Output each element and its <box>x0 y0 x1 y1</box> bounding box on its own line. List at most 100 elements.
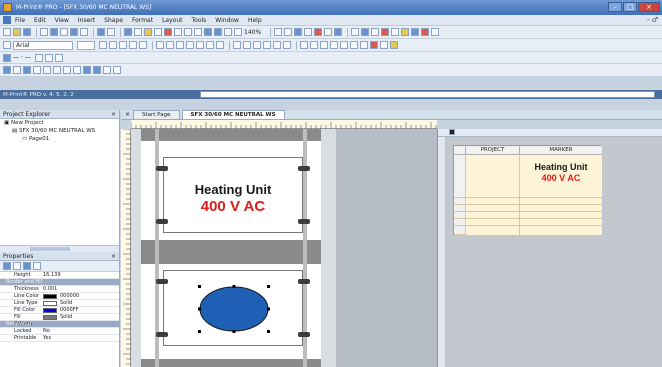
menu-tools[interactable]: Tools <box>192 17 207 24</box>
property-row-height[interactable]: Height 16.139 <box>0 272 119 279</box>
page-setup-icon[interactable] <box>60 28 68 36</box>
menu-shape[interactable]: Shape <box>104 17 123 24</box>
selection-handle[interactable] <box>232 285 236 288</box>
italic-icon[interactable] <box>129 41 137 49</box>
alphabetical-icon[interactable] <box>13 262 21 270</box>
table-cell[interactable] <box>466 219 520 226</box>
redo-icon[interactable] <box>214 28 222 36</box>
table-cell[interactable] <box>466 212 520 219</box>
more-icon[interactable] <box>54 53 63 62</box>
mdi-controls[interactable]: - ♂ <box>647 16 658 24</box>
property-category[interactable]: Border and Fill <box>0 279 119 286</box>
table-cell[interactable] <box>520 226 602 235</box>
table-icon[interactable] <box>107 28 115 36</box>
line-color-icon[interactable] <box>44 53 53 62</box>
property-value[interactable]: Solid <box>40 300 119 306</box>
row-header[interactable] <box>454 205 466 212</box>
property-value[interactable]: Solid <box>40 314 119 320</box>
menu-help[interactable]: Help <box>248 17 262 24</box>
line-spacing-icon[interactable] <box>360 41 368 49</box>
highlight-icon[interactable] <box>390 41 398 49</box>
export-icon[interactable] <box>70 28 78 36</box>
text-bottom-icon[interactable] <box>216 41 224 49</box>
row-header[interactable] <box>454 212 466 219</box>
send-back-icon[interactable] <box>381 28 390 36</box>
bold-icon[interactable] <box>119 41 127 49</box>
snap-icon[interactable] <box>314 28 323 36</box>
label-card[interactable]: Heating Unit 400 V AC <box>156 157 310 233</box>
close-icon[interactable]: × <box>125 111 130 118</box>
property-value[interactable]: Yes <box>40 335 119 341</box>
selection-handle[interactable] <box>267 285 270 288</box>
command-input[interactable] <box>200 91 655 98</box>
symbol-tool-icon[interactable] <box>113 66 121 74</box>
table-cell[interactable] <box>520 219 602 226</box>
table-cell[interactable] <box>466 198 520 205</box>
order-icon[interactable] <box>411 28 420 36</box>
polygon-tool-icon[interactable] <box>53 66 61 74</box>
image-icon[interactable] <box>320 41 328 49</box>
layer-icon[interactable] <box>334 28 343 36</box>
close-button[interactable]: × <box>638 2 660 12</box>
property-value[interactable]: 16.139 <box>40 272 119 278</box>
circle-tool-icon[interactable] <box>73 66 81 74</box>
zoom-level[interactable]: 140% <box>244 29 261 36</box>
property-value[interactable]: 0000FF <box>40 307 119 313</box>
rotate-text-icon[interactable] <box>233 41 241 49</box>
pointer-icon[interactable] <box>3 66 11 74</box>
document-icon[interactable] <box>3 16 11 24</box>
design-canvas[interactable]: Heating Unit 400 V AC <box>131 129 437 367</box>
text-middle-icon[interactable] <box>206 41 214 49</box>
scrollbar-thumb[interactable] <box>30 247 70 251</box>
line-style-icon[interactable] <box>3 53 11 62</box>
field-icon[interactable] <box>350 41 358 49</box>
database-icon[interactable] <box>97 28 105 36</box>
vertical-text-icon[interactable] <box>243 41 251 49</box>
arrow-style-icon[interactable] <box>34 53 43 62</box>
replace-icon[interactable] <box>194 28 202 36</box>
tree-item-page[interactable]: ▭ Page01 <box>0 135 119 143</box>
row-header[interactable] <box>454 226 466 235</box>
table-cell[interactable] <box>466 226 520 235</box>
table-cell[interactable] <box>466 155 520 198</box>
print-icon[interactable] <box>40 28 48 36</box>
vertical-scrollbar[interactable] <box>438 137 446 367</box>
menu-format[interactable]: Format <box>132 17 153 24</box>
selection-handle[interactable] <box>198 285 201 288</box>
new-icon[interactable] <box>3 28 11 36</box>
row-header[interactable] <box>454 198 466 205</box>
distribute-icon[interactable] <box>401 28 410 36</box>
property-row-locked[interactable]: Locked No <box>0 328 119 335</box>
fill-color-icon[interactable] <box>380 41 388 49</box>
print-preview-icon[interactable] <box>50 28 58 36</box>
table-cell[interactable] <box>466 205 520 212</box>
rotate-icon[interactable] <box>421 28 430 36</box>
barcode-tool-icon[interactable] <box>93 66 101 74</box>
underline-icon[interactable] <box>139 41 147 49</box>
column-header-project[interactable]: PROJECT <box>466 146 520 155</box>
close-icon[interactable]: × <box>111 252 116 261</box>
fit-page-icon[interactable] <box>274 28 283 36</box>
horizontal-scrollbar[interactable] <box>0 245 119 252</box>
group-icon[interactable] <box>351 28 360 36</box>
align-left-icon[interactable] <box>156 41 164 49</box>
selection-handle[interactable] <box>267 330 270 333</box>
text-top-icon[interactable] <box>196 41 204 49</box>
menu-file[interactable]: File <box>15 17 25 24</box>
label-card[interactable] <box>156 270 310 346</box>
bring-front-icon[interactable] <box>371 28 380 36</box>
guides-icon[interactable] <box>304 28 313 36</box>
selected-ellipse[interactable] <box>199 286 269 332</box>
open-icon[interactable] <box>13 28 21 36</box>
bullets-icon[interactable] <box>253 41 261 49</box>
counter-icon[interactable] <box>330 41 338 49</box>
property-row-printable[interactable]: Printable Yes <box>0 335 119 342</box>
tree-item-project[interactable]: ▣ New Project <box>0 119 119 127</box>
tab-start-page[interactable]: Start Page <box>133 110 180 119</box>
spacing-icon[interactable] <box>263 41 271 49</box>
rectangle-tool-icon[interactable] <box>23 66 31 74</box>
flip-icon[interactable] <box>431 28 440 36</box>
line-weight-select[interactable]: — · — <box>13 54 31 61</box>
copy-icon[interactable] <box>134 28 142 36</box>
zoom-out-icon[interactable] <box>234 28 242 36</box>
